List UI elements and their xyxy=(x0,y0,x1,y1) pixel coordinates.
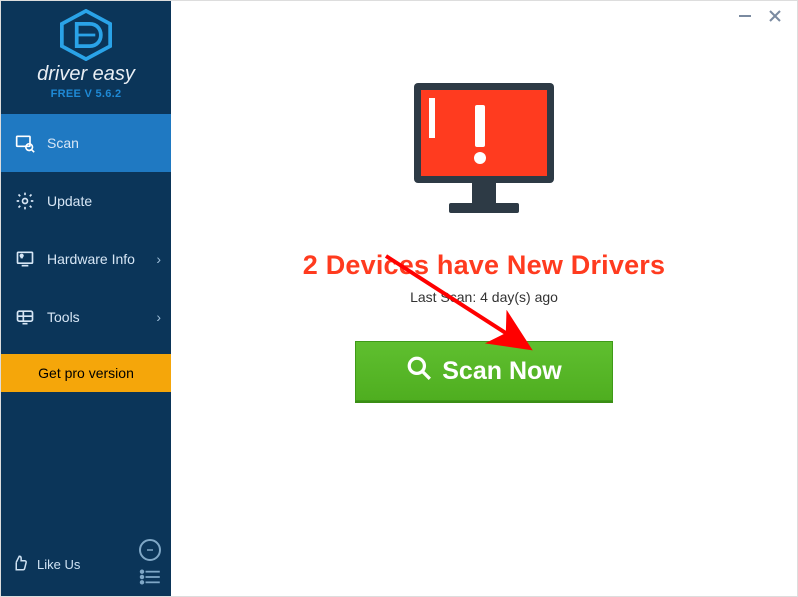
hardware-info-icon: i xyxy=(15,249,35,269)
like-us-label: Like Us xyxy=(37,557,80,572)
scan-now-label: Scan Now xyxy=(442,357,561,386)
sidebar-footer: Like Us xyxy=(1,536,171,596)
main-panel: 2 Devices have New Drivers Last Scan: 4 … xyxy=(171,1,797,596)
sidebar-item-scan[interactable]: Scan xyxy=(1,114,171,172)
minimize-button[interactable] xyxy=(737,8,753,24)
sidebar-item-tools[interactable]: Tools › xyxy=(1,288,171,346)
feedback-icon[interactable] xyxy=(139,539,161,561)
logo-area: driver easy FREE V 5.6.2 xyxy=(1,1,171,106)
menu-icon[interactable] xyxy=(139,569,161,590)
chevron-right-icon: › xyxy=(156,251,161,267)
chevron-right-icon: › xyxy=(156,309,161,325)
gear-icon xyxy=(15,191,35,211)
alert-monitor-graphic xyxy=(399,75,569,230)
get-pro-button[interactable]: Get pro version xyxy=(1,354,171,392)
window-controls xyxy=(723,1,797,31)
sidebar-item-label: Hardware Info xyxy=(47,251,135,267)
thumbs-up-icon xyxy=(11,554,29,575)
get-pro-label: Get pro version xyxy=(38,365,134,381)
status-headline: 2 Devices have New Drivers xyxy=(303,250,665,281)
scan-icon xyxy=(15,133,35,153)
sidebar-item-hardware-info[interactable]: i Hardware Info › xyxy=(1,230,171,288)
sidebar-item-label: Scan xyxy=(47,135,79,151)
last-scan-text: Last Scan: 4 day(s) ago xyxy=(410,289,558,305)
sidebar-spacer xyxy=(1,392,171,536)
sidebar-item-update[interactable]: Update xyxy=(1,172,171,230)
tools-icon xyxy=(15,307,35,327)
like-us-button[interactable]: Like Us xyxy=(11,554,80,575)
footer-right xyxy=(139,539,161,590)
scan-now-button[interactable]: Scan Now xyxy=(355,341,613,401)
sidebar-nav: Scan Update i xyxy=(1,114,171,392)
version-label: FREE V 5.6.2 xyxy=(1,88,171,100)
svg-text:i: i xyxy=(21,254,22,258)
brand-name: driver easy xyxy=(1,63,171,86)
app-logo-icon xyxy=(1,9,171,61)
close-button[interactable] xyxy=(767,8,783,24)
sidebar-item-label: Update xyxy=(47,193,92,209)
sidebar: driver easy FREE V 5.6.2 Scan xyxy=(1,1,171,596)
app-window: driver easy FREE V 5.6.2 Scan xyxy=(0,0,798,597)
magnifier-icon xyxy=(406,355,432,388)
sidebar-item-label: Tools xyxy=(47,309,80,325)
